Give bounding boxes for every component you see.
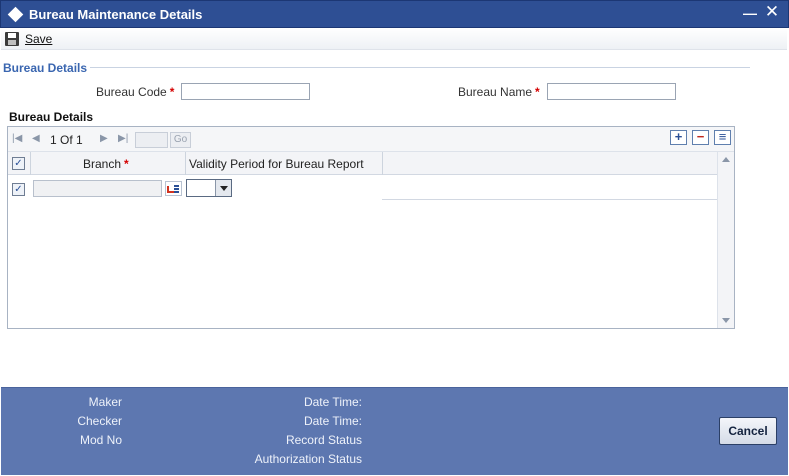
grid-header-row: ✓ Branch * Validity Period for Bureau Rep…: [8, 152, 717, 175]
grid-heading: Bureau Details: [9, 110, 94, 124]
list-of-values-icon[interactable]: [165, 181, 182, 196]
bureau-details-grid: |◀ ◀ 1 Of 1 ▶ ▶| Go + − ≡ ✓ Branch * Vali…: [7, 126, 735, 329]
checker-date-time-label: Date Time:: [303, 414, 362, 428]
required-mark: *: [169, 85, 175, 99]
row-select-checkbox[interactable]: ✓: [12, 183, 25, 196]
checker-label: Checker: [77, 414, 122, 428]
vertical-scrollbar[interactable]: [717, 152, 734, 328]
previous-page-icon[interactable]: ◀: [32, 133, 40, 145]
bureau-code-label: Bureau Code *: [96, 85, 174, 99]
single-view-icon[interactable]: ≡: [714, 130, 731, 145]
window-diamond-icon: [7, 6, 24, 23]
bureau-name-label-text: Bureau Name: [458, 85, 533, 99]
page-indicator: 1 Of 1: [50, 133, 83, 147]
scroll-up-icon[interactable]: [722, 157, 730, 162]
next-page-icon[interactable]: ▶: [100, 133, 108, 145]
required-mark: *: [124, 157, 129, 171]
toolbar: Save: [1, 28, 787, 50]
bureau-name-label: Bureau Name *: [458, 85, 540, 99]
select-all-checkbox[interactable]: ✓: [12, 157, 25, 170]
window-title: Bureau Maintenance Details: [29, 7, 203, 22]
validity-period-column-header: Validity Period for Bureau Report: [189, 157, 364, 171]
lov-arrow: [167, 186, 174, 193]
maker-label: Maker: [88, 395, 122, 409]
bureau-name-input[interactable]: [547, 83, 676, 100]
minimize-icon[interactable]: —: [743, 5, 757, 21]
row-divider: [382, 199, 717, 200]
mod-no-label: Mod No: [79, 433, 122, 447]
column-divider: [382, 152, 383, 175]
first-page-icon[interactable]: |◀: [12, 133, 22, 145]
go-button[interactable]: Go: [170, 132, 191, 148]
floppy-disk-icon: [5, 32, 19, 46]
column-divider: [185, 152, 186, 175]
delete-row-icon[interactable]: −: [692, 130, 709, 145]
record-status-label: Record Status: [285, 433, 362, 447]
bureau-code-label-text: Bureau Code: [96, 85, 167, 99]
bureau-code-input[interactable]: [181, 83, 310, 100]
save-button[interactable]: Save: [5, 31, 52, 47]
validity-period-select[interactable]: [186, 179, 232, 197]
audit-footer: Maker Checker Mod No Date Time: Date Tim…: [1, 387, 788, 475]
scroll-down-icon[interactable]: [722, 318, 730, 323]
required-mark: *: [535, 85, 540, 99]
section-divider: [88, 67, 750, 68]
authorization-status-label: Authorization Status: [254, 452, 362, 466]
save-label: Save: [25, 32, 53, 46]
branch-input[interactable]: [33, 180, 162, 197]
last-page-icon[interactable]: ▶|: [118, 133, 128, 145]
lov-bars: [174, 185, 179, 193]
section-legend: Bureau Details: [3, 61, 91, 75]
title-bar: Bureau Maintenance Details — ✕: [0, 0, 789, 28]
maker-date-time-label: Date Time:: [303, 395, 362, 409]
add-row-icon[interactable]: +: [670, 130, 687, 145]
branch-header-text: Branch: [83, 157, 122, 171]
grid-pager: |◀ ◀ 1 Of 1 ▶ ▶| Go + − ≡: [8, 127, 734, 152]
cancel-button[interactable]: Cancel: [719, 417, 777, 445]
branch-column-header: Branch *: [83, 157, 129, 171]
chevron-down-icon: [215, 180, 231, 196]
close-icon[interactable]: ✕: [764, 3, 780, 21]
column-divider: [30, 152, 31, 175]
page-number-input[interactable]: [135, 132, 168, 148]
